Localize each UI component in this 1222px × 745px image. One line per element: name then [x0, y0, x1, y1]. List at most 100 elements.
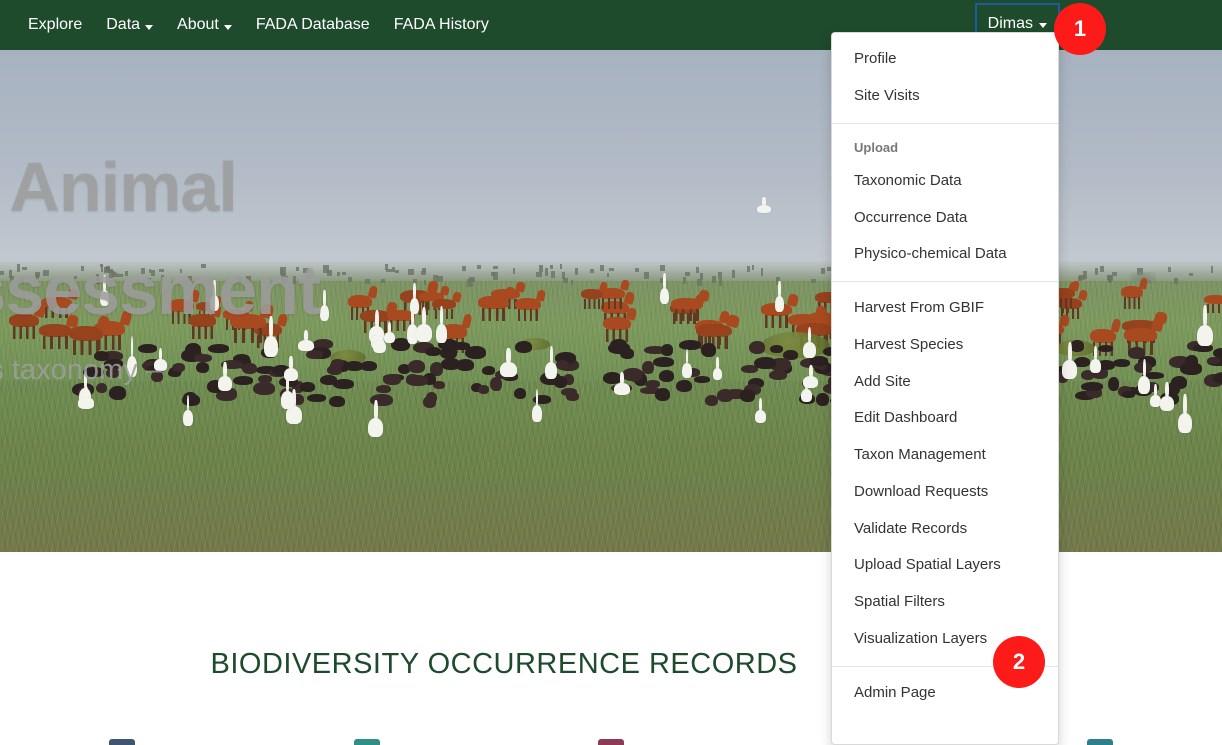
hero-dark-bird-icon	[253, 382, 275, 395]
menu-item-occurrence-data[interactable]: Occurrence Data	[832, 200, 1058, 237]
hero-distant-animal-speck	[545, 268, 548, 276]
hero-distant-animal-speck	[1100, 266, 1104, 272]
user-menu-label: Dimas	[987, 14, 1033, 32]
menu-item-spatial-filters[interactable]: Spatial Filters	[832, 584, 1058, 621]
menu-item-harvest-from-gbif[interactable]: Harvest From GBIF	[832, 290, 1058, 327]
menu-item-taxonomic-data[interactable]: Taxonomic Data	[832, 163, 1058, 200]
hero-distant-animal-speck	[422, 268, 427, 273]
menu-item-physico-chemical-data[interactable]: Physico-chemical Data	[832, 236, 1058, 273]
hero-dark-bird-icon	[183, 392, 197, 404]
hero-egret-icon	[373, 327, 386, 353]
hero-distant-animal-speck	[337, 272, 340, 276]
hero-distant-animal-speck	[201, 264, 207, 268]
hero-distant-animal-speck	[493, 266, 498, 270]
hero-dark-bird-icon	[233, 376, 253, 385]
hero-dark-bird-icon	[333, 379, 354, 389]
hero-distant-animal-speck	[821, 268, 825, 274]
hero-dark-bird-icon	[426, 392, 437, 403]
menu-item-validate-records[interactable]: Validate Records	[832, 511, 1058, 548]
hero-dark-bird-icon	[514, 388, 526, 399]
hero-distant-animal-speck	[395, 270, 400, 274]
hero-antelope-icon	[515, 298, 541, 322]
hero-dark-bird-icon	[196, 362, 209, 373]
menu-item-add-site[interactable]: Add Site	[832, 364, 1058, 401]
hero-antelope-icon	[41, 297, 72, 319]
menu-item-profile[interactable]: Profile	[832, 41, 1058, 78]
stat-cell	[0, 739, 244, 745]
hero-antelope-icon	[1204, 295, 1222, 313]
hero-distant-animal-speck	[81, 266, 84, 272]
hero-distant-animal-speck	[293, 276, 296, 284]
hero-egret-icon	[545, 345, 557, 379]
hero-dark-bird-icon	[490, 377, 502, 391]
hero-distant-animal-speck	[1095, 268, 1098, 275]
hero-antelope-icon	[230, 314, 266, 344]
hero-egret-icon	[368, 399, 383, 437]
hero-distant-animal-speck	[811, 279, 817, 284]
hero-distant-animal-speck	[281, 274, 286, 280]
nav-link-explore[interactable]: Explore	[16, 9, 94, 41]
hero-distant-animal-speck	[571, 280, 574, 285]
hero-egret-icon	[801, 376, 812, 402]
nav-link-fada-history[interactable]: FADA History	[382, 9, 501, 41]
hero-dark-bird-icon	[307, 394, 326, 402]
hero-distant-animal-speck	[151, 270, 156, 276]
hero-dark-bird-icon	[816, 393, 829, 406]
hero-dark-bird-icon	[1108, 377, 1119, 391]
hero-egret-icon	[1197, 305, 1213, 346]
hero-distant-animal-speck	[0, 271, 4, 276]
hero-distant-animal-speck	[1108, 276, 1113, 283]
hero-distant-animal-speck	[683, 277, 687, 284]
hero-egret-icon	[660, 272, 669, 304]
hero-distant-animal-speck	[342, 272, 346, 276]
hero-distant-animal-speck	[125, 271, 128, 276]
hero-distant-animal-speck	[752, 265, 755, 270]
hero-antelope-icon	[189, 314, 216, 340]
nav-link-fada-database[interactable]: FADA Database	[244, 9, 382, 41]
hero-distant-animal-speck	[43, 270, 49, 276]
menu-item-site-visits[interactable]: Site Visits	[832, 78, 1058, 115]
menu-item-upload-spatial-layers[interactable]: Upload Spatial Layers	[832, 547, 1058, 584]
hero-dark-bird-icon	[94, 351, 109, 361]
hero-dark-bird-icon	[138, 344, 157, 353]
primary-nav: Explore Data About FADA Database FADA Histor…	[16, 0, 501, 50]
hero-distant-animal-speck	[469, 277, 475, 283]
nav-link-label: FADA Database	[255, 16, 370, 33]
hero-dark-bird-icon	[1167, 382, 1180, 395]
hero-distant-animal-speck	[644, 272, 650, 279]
hero-dark-bird-icon	[717, 389, 733, 402]
hero-dark-bird-icon	[749, 341, 765, 354]
hero-distant-animal-speck	[697, 279, 703, 286]
hero-dark-bird-icon	[556, 360, 569, 370]
hero-distant-animal-speck	[35, 272, 40, 277]
menu-item-edit-dashboard[interactable]: Edit Dashboard	[832, 400, 1058, 437]
menu-item-download-requests[interactable]: Download Requests	[832, 474, 1058, 511]
nav-link-data[interactable]: Data	[94, 9, 165, 41]
menu-item-harvest-species[interactable]: Harvest Species	[832, 327, 1058, 364]
hero-egret-icon	[436, 305, 447, 343]
hero-distant-animal-speck	[1168, 267, 1171, 273]
hero-dark-bird-icon	[406, 375, 428, 386]
chevron-down-icon	[145, 24, 154, 30]
hero-distant-animal-speck	[560, 264, 562, 270]
hero-distant-animal-speck	[348, 277, 353, 283]
hero-dark-bird-icon	[258, 375, 272, 383]
hero-dark-bird-icon	[1070, 340, 1084, 352]
menu-section-header-upload: Upload	[854, 139, 899, 155]
hero-egret-icon	[775, 280, 784, 312]
hero-antelope-icon	[581, 289, 603, 309]
hero-egret-icon	[264, 316, 278, 357]
hero-egret-icon	[755, 397, 766, 423]
hero-egret-icon	[154, 347, 167, 371]
hero-dark-bird-icon	[383, 374, 401, 385]
hero-distant-animal-speck	[365, 279, 370, 284]
hero-dark-bird-icon	[645, 380, 660, 388]
hero-antelope-icon	[478, 296, 509, 322]
hero-egret-icon	[410, 282, 419, 314]
hero-egret-icon	[183, 394, 193, 426]
nav-link-about[interactable]: About	[165, 9, 244, 41]
hero-egret-icon	[320, 289, 329, 321]
menu-item-taxon-management[interactable]: Taxon Management	[832, 437, 1058, 474]
hero-dark-bird-icon	[96, 383, 107, 393]
hero-dark-bird-icon	[603, 372, 621, 384]
